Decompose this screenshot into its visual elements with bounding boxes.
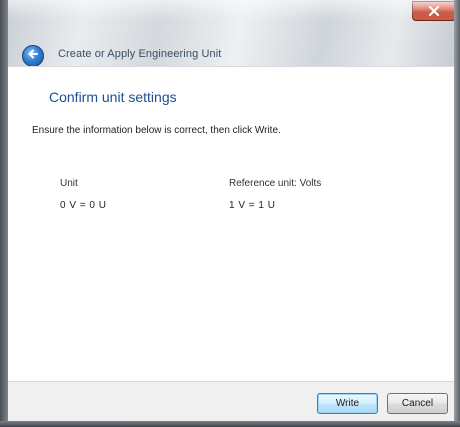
title-bar: Create or Apply Engineering Unit: [0, 0, 460, 67]
window-frame-left: [0, 0, 8, 427]
unit-label: Unit: [60, 178, 78, 189]
unit-value: 0 V = 0 U: [60, 200, 107, 211]
instruction-text: Ensure the information below is correct,…: [32, 125, 281, 136]
close-button[interactable]: [412, 1, 456, 21]
window-frame-bottom: [0, 421, 460, 427]
write-button[interactable]: Write: [317, 393, 378, 414]
wizard-window: Create or Apply Engineering Unit Confirm…: [0, 0, 460, 427]
command-area: Write Cancel: [8, 381, 454, 422]
back-arrow-icon: [27, 47, 39, 65]
back-button[interactable]: [22, 45, 44, 67]
window-title: Create or Apply Engineering Unit: [58, 48, 222, 60]
page-heading: Confirm unit settings: [49, 89, 177, 105]
reference-unit-value: 1 V = 1 U: [229, 200, 276, 211]
content-area: Confirm unit settings Ensure the informa…: [8, 66, 454, 382]
reference-unit-label: Reference unit: Volts: [229, 178, 322, 189]
close-icon: [428, 6, 440, 16]
window-frame-right: [454, 0, 460, 427]
cancel-button[interactable]: Cancel: [387, 393, 448, 414]
